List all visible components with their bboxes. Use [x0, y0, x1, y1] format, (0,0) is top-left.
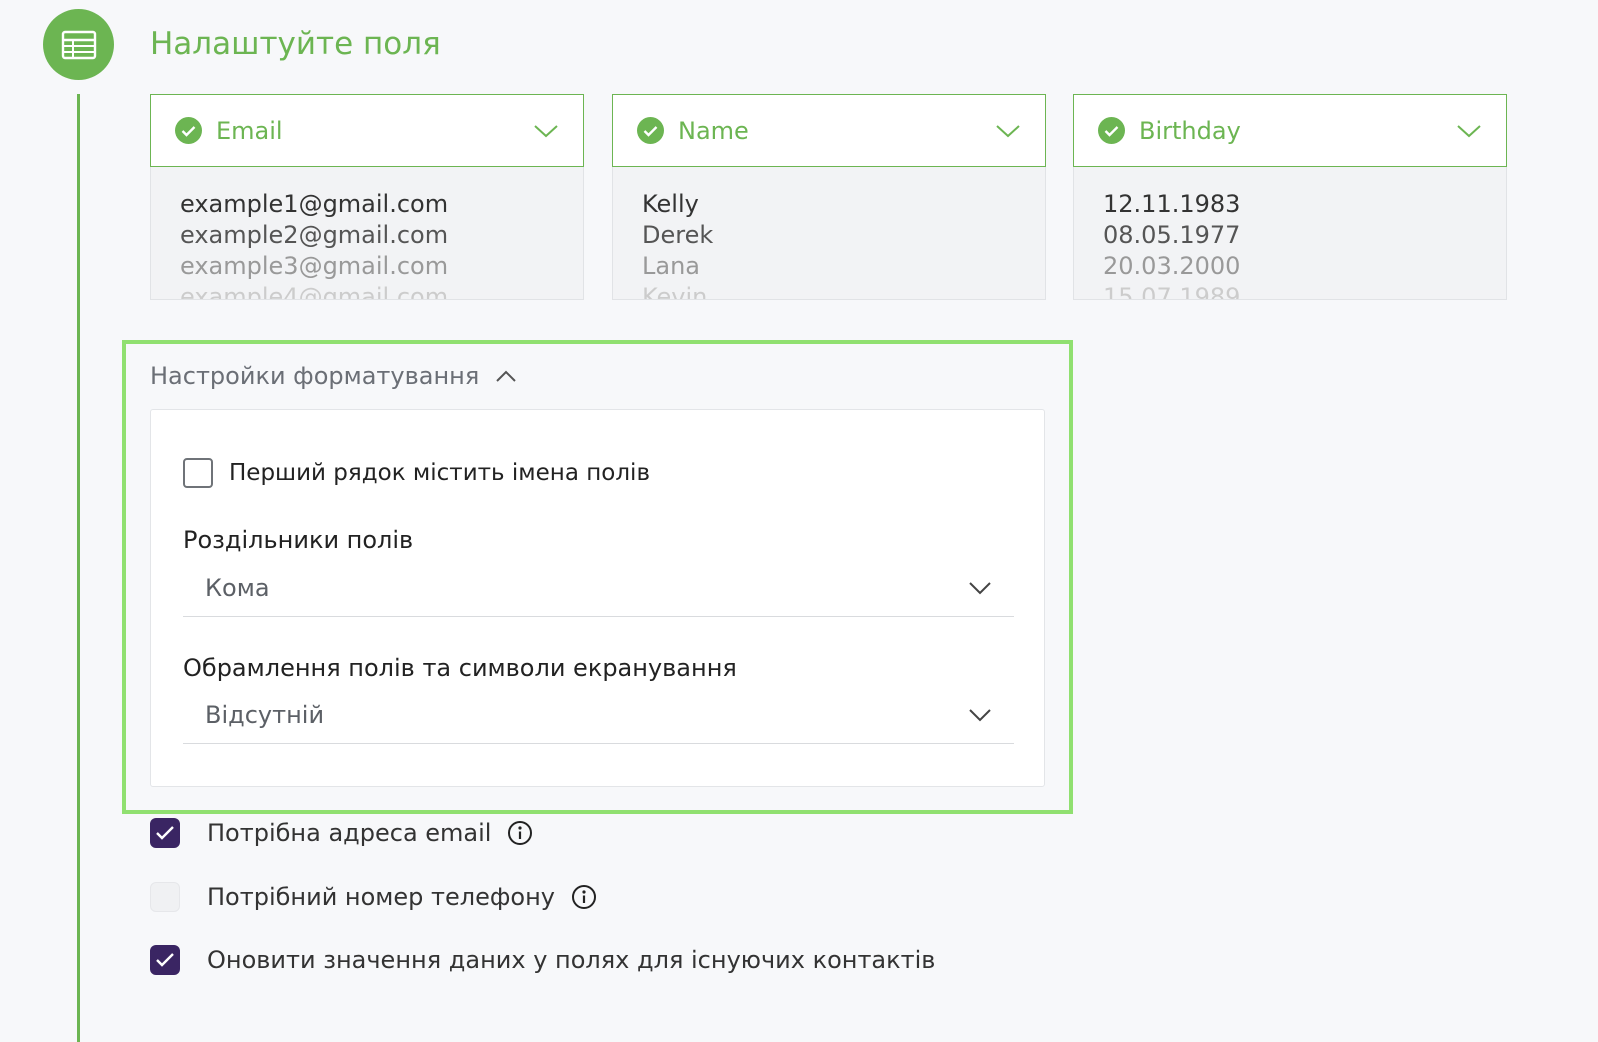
delimiter-value: Кома: [205, 573, 270, 602]
check-circle-icon: [1098, 117, 1125, 144]
first-row-headers-label: Перший рядок містить імена полів: [229, 460, 650, 486]
checkmark-icon: [156, 826, 174, 840]
check-circle-icon: [637, 117, 664, 144]
sample-value: example4@gmail.com: [180, 283, 449, 300]
require-email-option[interactable]: Потрібна адреса email: [150, 818, 533, 848]
chevron-down-icon: [969, 708, 991, 721]
field-mapping-select[interactable]: Email: [150, 94, 584, 167]
field-card-email: Email example1@gmail.com example2@gmail.co…: [150, 94, 584, 300]
enclosure-value: Відсутній: [205, 700, 325, 729]
field-card-name: Name Kelly Derek Lana Kevin: [612, 94, 1046, 300]
update-existing-option[interactable]: Оновити значення даних у полях для існую…: [150, 945, 935, 975]
delimiter-select[interactable]: Кома: [183, 559, 1014, 617]
require-email-checkbox[interactable]: [150, 818, 180, 848]
sample-value: Kevin: [642, 283, 708, 300]
field-sample-values: example1@gmail.com example2@gmail.com exam…: [150, 167, 584, 300]
step-title: Налаштуйте поля: [150, 26, 441, 62]
field-mapping-select[interactable]: Birthday: [1073, 94, 1507, 167]
check-circle-icon: [175, 117, 202, 144]
sample-value: Derek: [642, 221, 714, 249]
delimiter-label: Роздільники полів: [183, 526, 414, 554]
require-phone-option[interactable]: Потрібний номер телефону: [150, 882, 597, 912]
sample-value: 20.03.2000: [1103, 252, 1241, 280]
sample-value: 12.11.1983: [1103, 190, 1241, 218]
chevron-down-icon: [969, 581, 991, 594]
update-existing-label: Оновити значення даних у полях для існую…: [207, 946, 936, 974]
formatting-settings-toggle[interactable]: Настройки форматування: [150, 362, 517, 390]
formatting-settings-panel: Перший рядок містить імена полів Розділь…: [150, 409, 1045, 787]
update-existing-checkbox[interactable]: [150, 945, 180, 975]
sample-value: example2@gmail.com: [180, 221, 449, 249]
step-timeline-line: [77, 94, 80, 1042]
field-name: Email: [216, 116, 283, 145]
step-indicator: [43, 9, 114, 80]
chevron-down-icon: [1457, 124, 1481, 137]
info-icon[interactable]: [507, 820, 533, 846]
require-phone-label: Потрібний номер телефону: [207, 883, 555, 911]
require-email-label: Потрібна адреса email: [207, 819, 492, 847]
chevron-down-icon: [996, 124, 1020, 137]
sample-value: Lana: [642, 252, 700, 280]
chevron-up-icon: [496, 370, 516, 382]
field-card-birthday: Birthday 12.11.1983 08.05.1977 20.03.2000 15…: [1073, 94, 1507, 300]
first-row-headers-checkbox[interactable]: [183, 458, 213, 488]
sample-value: 08.05.1977: [1103, 221, 1241, 249]
sample-value: Kelly: [642, 190, 699, 218]
enclosure-label: Обрамлення полів та символи екранування: [183, 654, 737, 682]
sample-value: example3@gmail.com: [180, 252, 449, 280]
require-phone-checkbox[interactable]: [150, 882, 180, 912]
chevron-down-icon: [534, 124, 558, 137]
field-mapping-select[interactable]: Name: [612, 94, 1046, 167]
formatting-settings-label: Настройки форматування: [150, 362, 480, 390]
sample-value: example1@gmail.com: [180, 190, 449, 218]
info-icon[interactable]: [571, 884, 597, 910]
enclosure-select[interactable]: Відсутній: [183, 686, 1014, 744]
field-sample-values: 12.11.1983 08.05.1977 20.03.2000 15.07.1989: [1073, 167, 1507, 300]
first-row-headers-option[interactable]: Перший рядок містить імена полів: [183, 458, 650, 488]
table-icon: [61, 30, 96, 59]
checkmark-icon: [156, 953, 174, 967]
field-name: Name: [678, 116, 749, 145]
field-sample-values: Kelly Derek Lana Kevin: [612, 167, 1046, 300]
sample-value: 15.07.1989: [1103, 283, 1241, 300]
field-name: Birthday: [1139, 116, 1241, 145]
